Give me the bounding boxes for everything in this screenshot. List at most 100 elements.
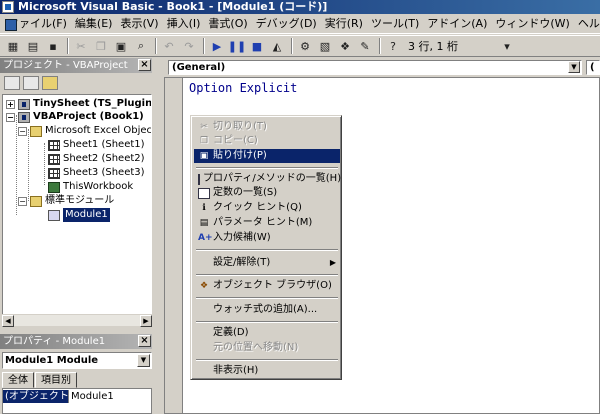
- tree-node-sheet3[interactable]: Sheet3 (Sheet3): [48, 166, 145, 180]
- close-icon[interactable]: ×: [138, 335, 151, 347]
- view-code-icon[interactable]: [4, 76, 20, 90]
- tree-node-sheet2[interactable]: Sheet2 (Sheet2): [48, 152, 145, 166]
- tree-node-sheet1[interactable]: Sheet1 (Sheet1): [48, 138, 145, 152]
- expand-icon[interactable]: +: [6, 99, 15, 109]
- chevron-down-icon[interactable]: ▼: [568, 61, 580, 73]
- menu-item-last-position[interactable]: 元の位置へ移動(N): [194, 341, 340, 355]
- reset-icon[interactable]: ■: [248, 37, 266, 55]
- break-icon[interactable]: ❚❚: [228, 37, 246, 55]
- menu-item-quick-info[interactable]: ℹ クイック ヒント(Q): [194, 201, 340, 215]
- run-icon[interactable]: ▶: [208, 37, 226, 55]
- tree-node-tinysheet[interactable]: + TinySheet (TS_Plugin.x: [6, 97, 151, 111]
- property-value[interactable]: Module1: [69, 390, 114, 403]
- menu-item-cut[interactable]: ✂ 切り取り(T): [194, 120, 340, 134]
- standard-toolbar: ▦ ▤ ▪ ✂ ❐ ▣ ⌕ ↶ ↷ ▶ ❚❚ ■ ◭ ⚙ ▧ ❖ ✎ ? 3 行…: [0, 35, 600, 57]
- copy-icon[interactable]: ❐: [92, 37, 110, 55]
- menu-item-definition[interactable]: 定義(D): [194, 326, 340, 340]
- object-combo-value: (General): [172, 62, 226, 73]
- menu-addins[interactable]: アドイン(A): [423, 15, 491, 33]
- quick-info-icon: ℹ: [202, 202, 206, 213]
- tab-categorized[interactable]: 項目別: [35, 372, 77, 388]
- procedure-combo[interactable]: (: [586, 60, 600, 75]
- cut-icon[interactable]: ✂: [72, 37, 90, 55]
- toolbox-icon[interactable]: ✎: [356, 37, 374, 55]
- save-icon[interactable]: ▪: [44, 37, 62, 55]
- menu-item-copy[interactable]: ❐ コピー(C): [194, 134, 340, 148]
- menu-help[interactable]: ヘルプ(H): [574, 15, 600, 33]
- menu-separator: [196, 274, 338, 276]
- properties-object-combo[interactable]: Module1 Module ▼: [2, 352, 152, 369]
- menu-item-object-browser[interactable]: ❖ オブジェクト ブラウザ(O): [194, 279, 340, 293]
- view-excel-icon[interactable]: ▦: [4, 37, 22, 55]
- menu-format[interactable]: 書式(O): [204, 15, 251, 33]
- collapse-icon[interactable]: −: [18, 196, 27, 206]
- tree-label: ThisWorkbook: [63, 181, 134, 192]
- workbook-icon: [48, 181, 60, 193]
- undo-icon[interactable]: ↶: [160, 37, 178, 55]
- collapse-icon[interactable]: −: [18, 126, 27, 136]
- menu-item-list-properties-methods[interactable]: プロパティ/メソッドの一覧(H): [194, 172, 341, 186]
- project-toolbar: [0, 72, 152, 94]
- menu-insert[interactable]: 挿入(I): [163, 15, 205, 33]
- tree-node-vbaproject[interactable]: − VBAProject (Book1): [6, 110, 144, 124]
- toggle-folders-icon[interactable]: [42, 76, 58, 90]
- menu-item-label: パラメータ ヒント(M): [213, 217, 313, 228]
- menu-debug[interactable]: デバッグ(D): [252, 15, 321, 33]
- tree-node-standard-modules[interactable]: − 標準モジュール: [18, 194, 114, 208]
- tree-label: Sheet3 (Sheet3): [63, 167, 145, 178]
- sheet-icon: [48, 139, 60, 151]
- properties-panel-title-text: プロパティ - Module1: [3, 336, 106, 347]
- collapse-icon[interactable]: −: [6, 112, 15, 122]
- help-icon[interactable]: ?: [384, 37, 402, 55]
- cut-icon: ✂: [200, 121, 208, 132]
- menu-edit[interactable]: 編集(E): [71, 15, 117, 33]
- code-line[interactable]: Option Explicit: [189, 81, 297, 95]
- toolbar-options-icon[interactable]: ▾: [498, 37, 516, 55]
- find-icon[interactable]: ⌕: [132, 37, 150, 55]
- close-icon[interactable]: ×: [138, 59, 151, 71]
- project-explorer-icon[interactable]: ⚙: [296, 37, 314, 55]
- tree-label: 標準モジュール: [45, 195, 115, 206]
- menu-item-label: 貼り付け(P): [213, 150, 267, 161]
- property-row[interactable]: (オブジェクト名) Module1: [3, 390, 151, 403]
- menu-item-paste[interactable]: ▣ 貼り付け(P): [194, 149, 340, 163]
- menu-item-add-watch[interactable]: ウォッチ式の追加(A)...: [194, 303, 340, 317]
- project-tree-hscrollbar[interactable]: ◀ ▶: [2, 314, 152, 327]
- redo-icon[interactable]: ↷: [180, 37, 198, 55]
- menu-separator: [196, 297, 338, 299]
- window-title: Microsoft Visual Basic - Book1 - [Module…: [18, 0, 328, 13]
- tree-node-thisworkbook[interactable]: ThisWorkbook: [48, 180, 133, 194]
- menu-window[interactable]: ウィンドウ(W): [491, 15, 573, 33]
- properties-window-icon[interactable]: ▧: [316, 37, 334, 55]
- tree-node-module1[interactable]: Module1: [48, 208, 110, 222]
- menu-item-label: 非表示(H): [213, 365, 259, 376]
- chevron-down-icon[interactable]: ▼: [137, 354, 150, 367]
- scroll-left-icon[interactable]: ◀: [2, 315, 14, 327]
- context-menu: ✂ 切り取り(T) ❐ コピー(C) ▣ 貼り付け(P) プロパティ/メソッドの…: [190, 115, 342, 380]
- scroll-right-icon[interactable]: ▶: [140, 315, 152, 327]
- menu-item-list-constants[interactable]: 定数の一覧(S): [194, 186, 340, 200]
- insert-module-icon[interactable]: ▤: [24, 37, 42, 55]
- view-object-icon[interactable]: [23, 76, 39, 90]
- menu-item-label: 元の位置へ移動(N): [213, 342, 299, 353]
- menu-item-parameter-info[interactable]: ▤ パラメータ ヒント(M): [194, 216, 340, 230]
- folder-icon: [30, 195, 42, 207]
- menu-run[interactable]: 実行(R): [321, 15, 367, 33]
- tab-alphabetic[interactable]: 全体: [2, 372, 34, 388]
- menu-item-label: オブジェクト ブラウザ(O): [213, 280, 332, 291]
- blank-icon: [198, 328, 210, 339]
- menu-separator: [196, 321, 338, 323]
- menu-item-complete-word[interactable]: A+ 入力候補(W): [194, 231, 340, 245]
- design-mode-icon[interactable]: ◭: [268, 37, 286, 55]
- object-browser-icon[interactable]: ❖: [336, 37, 354, 55]
- menu-item-hide[interactable]: 非表示(H): [194, 364, 340, 378]
- menu-tools[interactable]: ツール(T): [367, 15, 423, 33]
- tree-line: [44, 143, 45, 185]
- sheet-icon: [48, 167, 60, 179]
- tree-node-excel-objects[interactable]: − Microsoft Excel Object: [18, 124, 151, 138]
- margin-indicator-bar[interactable]: [165, 78, 183, 413]
- menu-view[interactable]: 表示(V): [116, 15, 162, 33]
- menu-item-toggle[interactable]: 設定/解除(T) ▶: [194, 256, 340, 270]
- object-combo[interactable]: (General) ▼: [168, 60, 582, 75]
- paste-icon[interactable]: ▣: [112, 37, 130, 55]
